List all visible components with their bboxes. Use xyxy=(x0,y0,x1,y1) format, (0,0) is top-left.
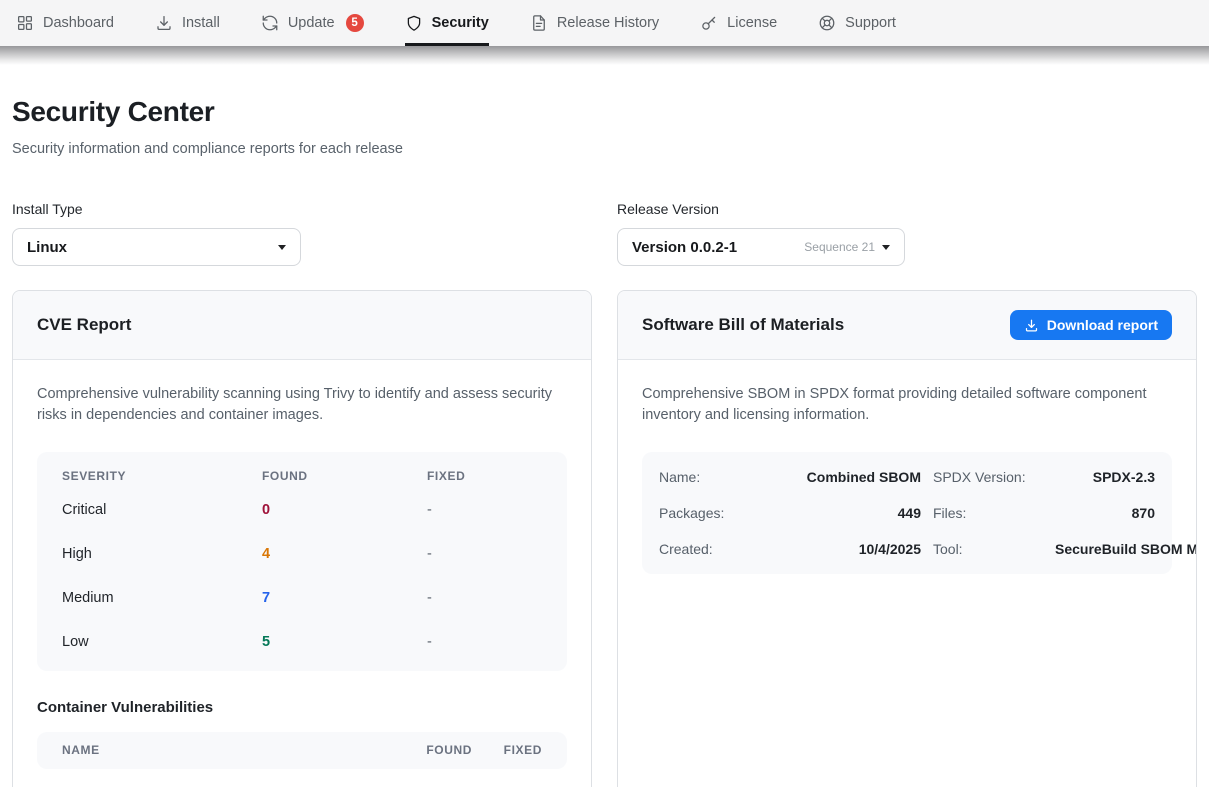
table-row: Critical 0 - xyxy=(37,488,567,532)
install-type-value: Linux xyxy=(27,239,67,256)
severity-name: Critical xyxy=(62,502,262,518)
sbom-card-body: Comprehensive SBOM in SPDX format provid… xyxy=(618,360,1196,598)
table-row: Name: Combined SBOM SPDX Version: SPDX-2… xyxy=(642,459,1172,495)
severity-found-count: 7 xyxy=(262,590,427,606)
table-row: Medium 7 - xyxy=(37,576,567,620)
severity-table-header: SEVERITY FOUND FIXED xyxy=(37,452,567,488)
refresh-icon xyxy=(261,14,279,32)
nav-tab-release-history[interactable]: Release History xyxy=(530,0,659,46)
nav-tab-label: Install xyxy=(182,15,220,31)
table-row: High 4 - xyxy=(37,532,567,576)
release-version-value: Version 0.0.2-1 xyxy=(632,239,737,256)
sbom-value: Combined SBOM xyxy=(776,469,921,485)
sbom-card: Software Bill of Materials Download repo… xyxy=(617,290,1197,787)
nav-tab-label: Release History xyxy=(557,15,659,31)
severity-table: SEVERITY FOUND FIXED Critical 0 - High 4… xyxy=(37,452,567,671)
key-icon xyxy=(700,14,718,32)
cve-card-header: CVE Report xyxy=(13,291,591,360)
severity-fixed-count: - xyxy=(427,502,542,518)
nav-tab-label: License xyxy=(727,15,777,31)
release-version-select[interactable]: Version 0.0.2-1 Sequence 21 xyxy=(617,228,905,266)
document-icon xyxy=(530,14,548,32)
nav-tab-update[interactable]: Update 5 xyxy=(261,0,364,46)
release-sequence-label: Sequence 21 xyxy=(804,240,875,254)
sbom-description: Comprehensive SBOM in SPDX format provid… xyxy=(642,384,1162,427)
sbom-label: Created: xyxy=(659,541,764,557)
page-title: Security Center xyxy=(12,96,1197,128)
cve-report-card: CVE Report Comprehensive vulnerability s… xyxy=(12,290,592,787)
col-fixed: FIXED xyxy=(472,743,542,757)
col-fixed: FIXED xyxy=(427,469,542,483)
download-icon xyxy=(1024,318,1039,333)
cards-grid: CVE Report Comprehensive vulnerability s… xyxy=(12,290,1197,787)
sbom-label: Tool: xyxy=(933,541,1043,557)
nav-shadow-divider xyxy=(0,46,1209,65)
container-vulnerabilities-title: Container Vulnerabilities xyxy=(37,699,567,716)
severity-found-count: 5 xyxy=(262,634,427,650)
nav-tab-label: Update xyxy=(288,15,335,31)
cve-card-body: Comprehensive vulnerability scanning usi… xyxy=(13,360,591,787)
shield-icon xyxy=(405,14,423,32)
download-icon xyxy=(155,14,173,32)
life-buoy-icon xyxy=(818,14,836,32)
cve-description: Comprehensive vulnerability scanning usi… xyxy=(37,384,567,427)
severity-fixed-count: - xyxy=(427,590,542,606)
nav-tab-install[interactable]: Install xyxy=(155,0,220,46)
sbom-label: Packages: xyxy=(659,505,764,521)
nav-tab-label: Support xyxy=(845,15,896,31)
col-found: FOUND xyxy=(392,743,472,757)
install-type-label: Install Type xyxy=(12,201,592,217)
table-row: Created: 10/4/2025 Tool: SecureBuild SBO… xyxy=(642,531,1172,567)
severity-name: Low xyxy=(62,634,262,650)
download-report-button[interactable]: Download report xyxy=(1010,310,1172,340)
sbom-card-header: Software Bill of Materials Download repo… xyxy=(618,291,1196,360)
table-row: Packages: 449 Files: 870 xyxy=(642,495,1172,531)
main-content: Security Center Security information and… xyxy=(0,96,1209,787)
severity-fixed-count: - xyxy=(427,634,542,650)
severity-fixed-count: - xyxy=(427,546,542,562)
nav-tab-support[interactable]: Support xyxy=(818,0,896,46)
chevron-down-icon xyxy=(882,245,890,250)
page-subtitle: Security information and compliance repo… xyxy=(12,141,1197,157)
col-severity: SEVERITY xyxy=(62,469,262,483)
col-found: FOUND xyxy=(262,469,427,483)
sbom-card-title: Software Bill of Materials xyxy=(642,315,844,335)
sbom-value: SecureBuild SBOM Merger xyxy=(1055,541,1197,557)
cve-card-title: CVE Report xyxy=(37,315,131,335)
table-row: Low 5 - xyxy=(37,620,567,664)
nav-tab-label: Dashboard xyxy=(43,15,114,31)
dashboard-grid-icon xyxy=(16,14,34,32)
col-name: NAME xyxy=(62,743,392,757)
nav-tab-dashboard[interactable]: Dashboard xyxy=(16,0,114,46)
sbom-value: SPDX-2.3 xyxy=(1055,469,1155,485)
severity-found-count: 4 xyxy=(262,546,427,562)
sbom-label: Name: xyxy=(659,469,764,485)
chevron-down-icon xyxy=(278,245,286,250)
severity-name: Medium xyxy=(62,590,262,606)
top-nav: Dashboard Install Update 5 Security Rele… xyxy=(0,0,1209,46)
sbom-label: SPDX Version: xyxy=(933,469,1043,485)
sbom-value: 449 xyxy=(776,505,921,521)
release-version-field: Release Version Version 0.0.2-1 Sequence… xyxy=(617,201,1197,266)
severity-name: High xyxy=(62,546,262,562)
nav-tab-label: Security xyxy=(432,15,489,31)
nav-tab-security[interactable]: Security xyxy=(405,0,489,46)
sbom-label: Files: xyxy=(933,505,1043,521)
severity-found-count: 0 xyxy=(262,502,427,518)
nav-tab-license[interactable]: License xyxy=(700,0,777,46)
install-type-field: Install Type Linux xyxy=(12,201,592,266)
install-type-select[interactable]: Linux xyxy=(12,228,301,266)
update-count-badge: 5 xyxy=(346,14,364,32)
sbom-value: 870 xyxy=(1055,505,1155,521)
container-vulnerabilities-header: NAME FOUND FIXED xyxy=(37,732,567,769)
download-report-label: Download report xyxy=(1047,317,1158,333)
filters-row: Install Type Linux Release Version Versi… xyxy=(12,201,1197,266)
release-version-label: Release Version xyxy=(617,201,1197,217)
sbom-value: 10/4/2025 xyxy=(776,541,921,557)
sbom-info-table: Name: Combined SBOM SPDX Version: SPDX-2… xyxy=(642,452,1172,574)
